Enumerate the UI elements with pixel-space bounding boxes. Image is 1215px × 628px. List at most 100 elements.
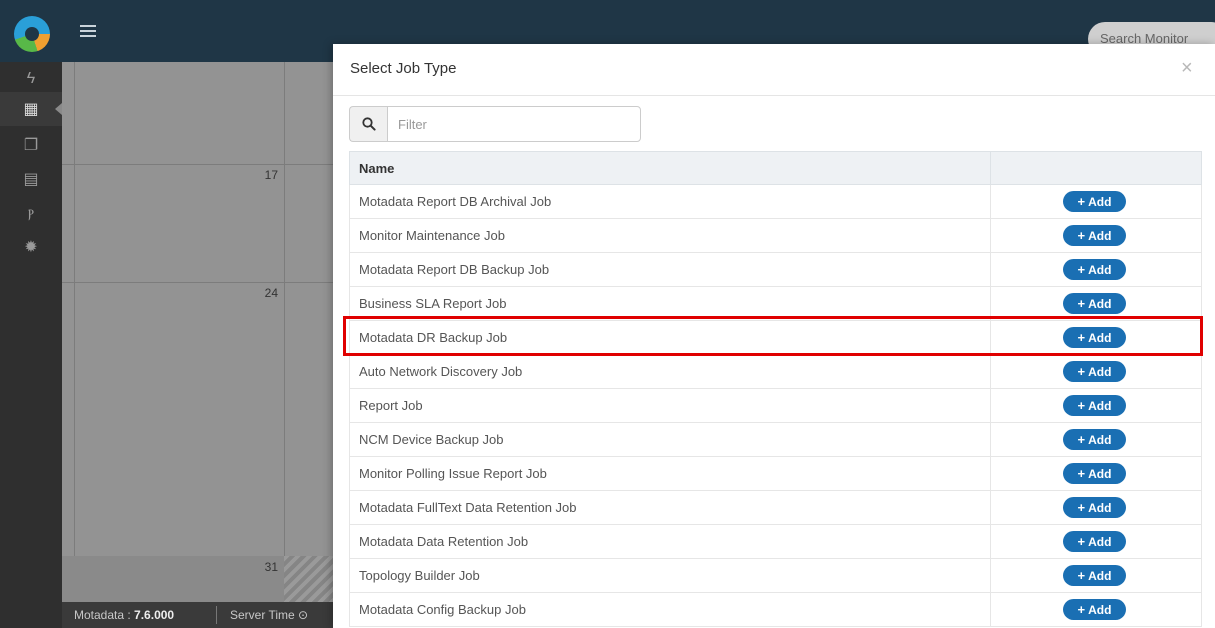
column-header-name: Name (349, 151, 991, 185)
plus-icon: + (1077, 228, 1086, 243)
plus-icon: + (1077, 296, 1086, 311)
add-job-button[interactable]: + Add (1063, 565, 1126, 586)
status-footer: Motadata : 7.6.000 Server Time ⊙ (62, 602, 362, 628)
job-name: Motadata Data Retention Job (349, 524, 991, 559)
action-cell: + Add (990, 558, 1202, 593)
add-button-label: Add (1088, 262, 1112, 277)
plus-icon: + (1077, 398, 1086, 413)
add-job-button[interactable]: + Add (1063, 599, 1126, 620)
sidebar: ϟ ▦ ❐ ▤ ⲣ ✹ (0, 62, 62, 628)
add-job-button[interactable]: + Add (1063, 429, 1126, 450)
table-row: Monitor Maintenance Job + Add (349, 218, 1202, 253)
calendar-grid: 17 24 31 (62, 62, 362, 602)
table-row: Motadata Report DB Archival Job + Add (349, 184, 1202, 219)
add-button-label: Add (1088, 432, 1112, 447)
job-name: Auto Network Discovery Job (349, 354, 991, 389)
job-name: Motadata FullText Data Retention Job (349, 490, 991, 525)
plus-icon: + (1077, 466, 1086, 481)
calendar-day-17: 17 (264, 168, 278, 182)
plus-icon: + (1077, 262, 1086, 277)
job-name: Motadata Report DB Archival Job (349, 184, 991, 219)
add-button-label: Add (1088, 534, 1112, 549)
job-name: Motadata DR Backup Job (349, 320, 991, 355)
action-cell: + Add (990, 286, 1202, 321)
add-job-button[interactable]: + Add (1063, 327, 1126, 348)
add-job-button[interactable]: + Add (1063, 259, 1126, 280)
table-row: Motadata Config Backup Job + Add (349, 592, 1202, 627)
add-button-label: Add (1088, 568, 1112, 583)
gear-icon[interactable]: ✹ (0, 230, 62, 264)
add-job-button[interactable]: + Add (1063, 293, 1126, 314)
action-cell: + Add (990, 524, 1202, 559)
copy-icon[interactable]: ❐ (0, 128, 62, 162)
column-header-actions (990, 151, 1202, 185)
plus-icon: + (1077, 500, 1086, 515)
add-job-button[interactable]: + Add (1063, 531, 1126, 552)
table-row: Topology Builder Job + Add (349, 558, 1202, 593)
job-name: Monitor Maintenance Job (349, 218, 991, 253)
motadata-logo[interactable] (14, 16, 50, 52)
action-cell: + Add (990, 354, 1202, 389)
job-name: NCM Device Backup Job (349, 422, 991, 457)
calendar-day-31: 31 (264, 560, 278, 574)
add-button-label: Add (1088, 398, 1112, 413)
table-row: Motadata Data Retention Job + Add (349, 524, 1202, 559)
add-button-label: Add (1088, 602, 1112, 617)
job-name: Motadata Config Backup Job (349, 592, 991, 627)
table-row: Business SLA Report Job + Add (349, 286, 1202, 321)
job-name: Report Job (349, 388, 991, 423)
action-cell: + Add (990, 218, 1202, 253)
add-job-button[interactable]: + Add (1063, 497, 1126, 518)
add-job-button[interactable]: + Add (1063, 191, 1126, 212)
add-button-label: Add (1088, 330, 1112, 345)
action-cell: + Add (990, 252, 1202, 287)
modal-title: Select Job Type (350, 60, 457, 77)
job-name: Monitor Polling Issue Report Job (349, 456, 991, 491)
add-button-label: Add (1088, 194, 1112, 209)
table-row: NCM Device Backup Job + Add (349, 422, 1202, 457)
table-row: Report Job + Add (349, 388, 1202, 423)
job-name: Topology Builder Job (349, 558, 991, 593)
action-cell: + Add (990, 320, 1202, 355)
bolt-icon[interactable]: ϟ (0, 62, 62, 96)
add-button-label: Add (1088, 296, 1112, 311)
job-types-table: Name Motadata Report DB Archival Job + Add… (349, 151, 1202, 627)
action-cell: + Add (990, 592, 1202, 627)
add-button-label: Add (1088, 364, 1112, 379)
calendar-day-24: 24 (264, 286, 278, 300)
add-job-button[interactable]: + Add (1063, 361, 1126, 382)
plus-icon: + (1077, 534, 1086, 549)
server-time-label: Server Time ⊙ (230, 608, 309, 622)
add-button-label: Add (1088, 466, 1112, 481)
table-header-row: Name (349, 151, 1202, 185)
plus-icon: + (1077, 568, 1086, 583)
table-row: Motadata FullText Data Retention Job + Add (349, 490, 1202, 525)
job-name: Motadata Report DB Backup Job (349, 252, 991, 287)
table-row: Auto Network Discovery Job + Add (349, 354, 1202, 389)
action-cell: + Add (990, 490, 1202, 525)
branch-icon[interactable]: ⲣ (0, 196, 62, 230)
filter-group (349, 106, 641, 142)
plus-icon: + (1077, 364, 1086, 379)
document-icon[interactable]: ▤ (0, 162, 62, 196)
action-cell: + Add (990, 388, 1202, 423)
modal-header: Select Job Type × (333, 44, 1215, 96)
plus-icon: + (1077, 330, 1086, 345)
action-cell: + Add (990, 422, 1202, 457)
add-job-button[interactable]: + Add (1063, 463, 1126, 484)
add-job-button[interactable]: + Add (1063, 395, 1126, 416)
table-row: Motadata DR Backup Job + Add (349, 320, 1202, 355)
table-row: Motadata Report DB Backup Job + Add (349, 252, 1202, 287)
hamburger-menu-icon[interactable] (80, 25, 96, 38)
add-job-button[interactable]: + Add (1063, 225, 1126, 246)
action-cell: + Add (990, 456, 1202, 491)
plus-icon: + (1077, 432, 1086, 447)
search-icon (349, 106, 387, 142)
select-job-type-modal: Select Job Type × Name Motadata Report D… (333, 44, 1215, 628)
filter-input[interactable] (387, 106, 641, 142)
plus-icon: + (1077, 194, 1086, 209)
add-button-label: Add (1088, 228, 1112, 243)
close-icon[interactable]: × (1181, 58, 1193, 78)
job-name: Business SLA Report Job (349, 286, 991, 321)
calendar-icon[interactable]: ▦ (0, 92, 62, 126)
